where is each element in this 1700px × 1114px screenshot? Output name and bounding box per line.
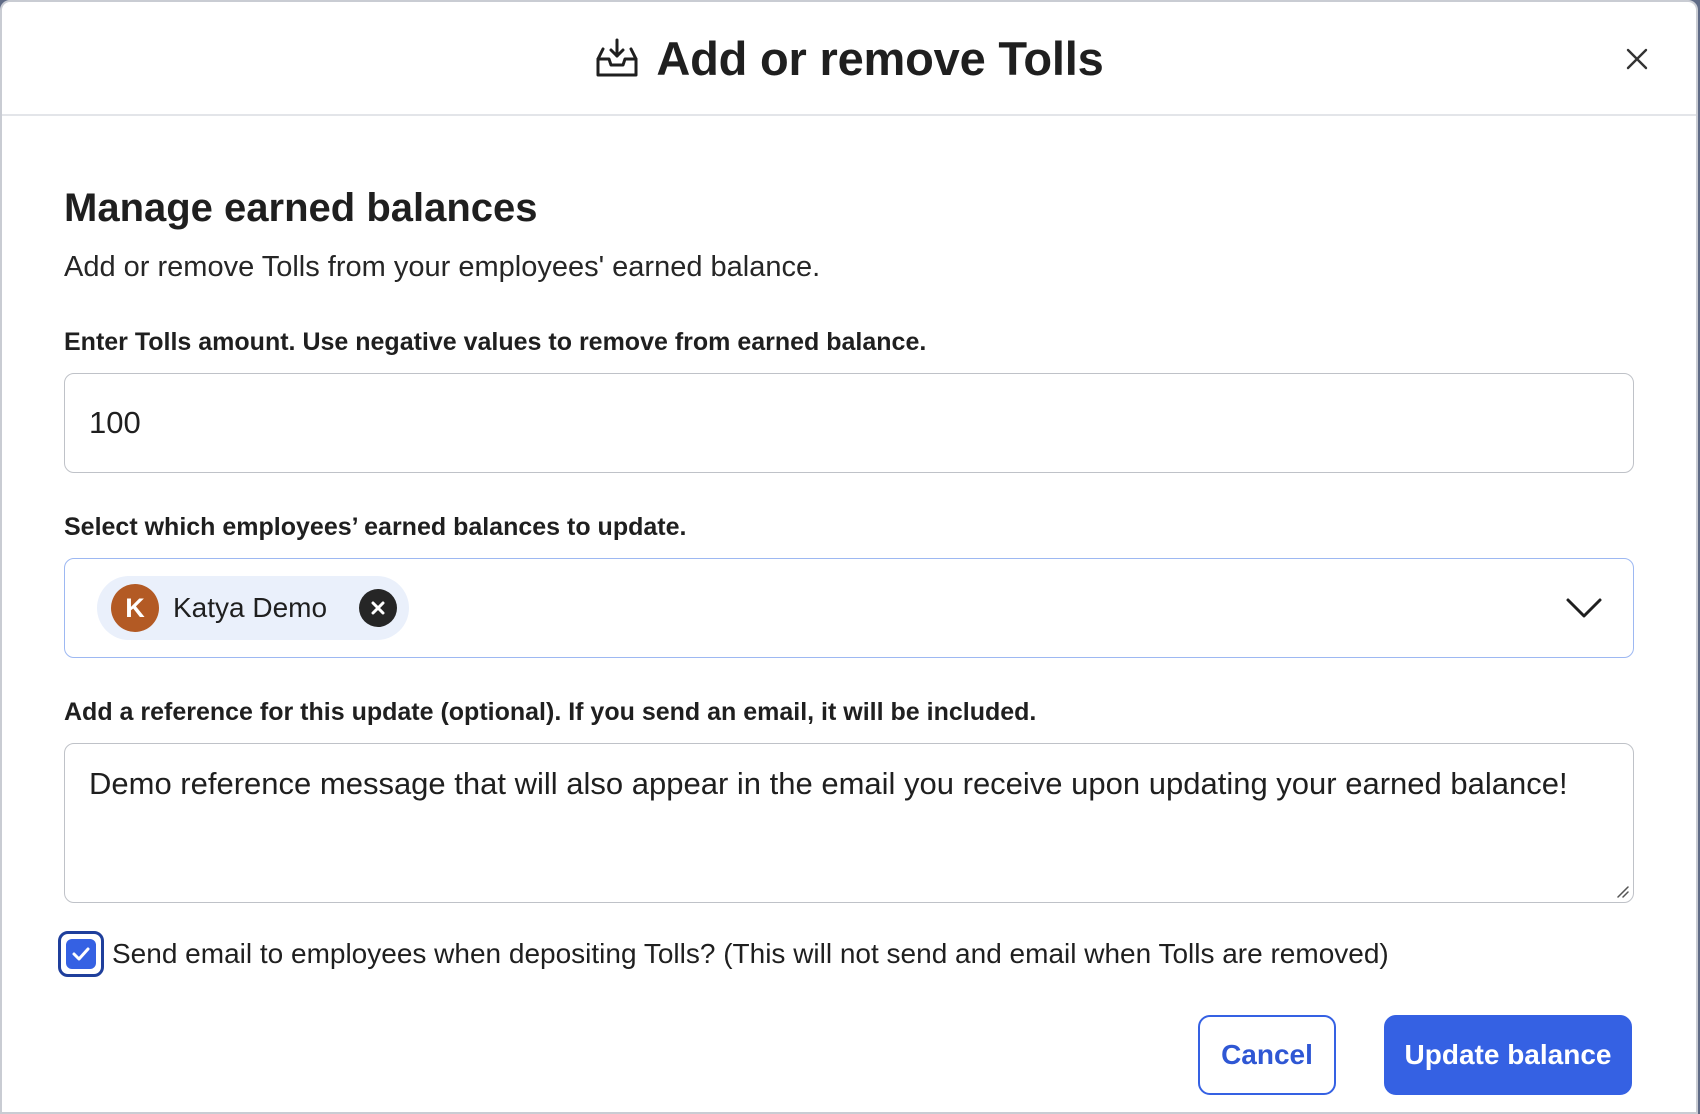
reference-value: Demo reference message that will also ap… [89, 766, 1568, 801]
remove-employee-button[interactable] [359, 589, 398, 627]
cancel-button[interactable]: Cancel [1198, 1015, 1336, 1095]
tolls-amount-value: 100 [89, 405, 141, 440]
reference-textarea[interactable]: Demo reference message that will also ap… [64, 743, 1634, 903]
amount-label: Enter Tolls amount. Use negative values … [64, 328, 927, 356]
dialog-title: Add or remove Tolls [656, 31, 1104, 85]
employees-select[interactable]: K Katya Demo [64, 558, 1634, 658]
tolls-amount-input[interactable]: 100 [64, 373, 1634, 473]
send-email-row: Send email to employees when depositing … [58, 931, 1634, 977]
section-title: Manage earned balances [64, 186, 538, 230]
inbox-download-icon [594, 37, 640, 79]
employee-chip-label: Katya Demo [173, 592, 328, 623]
dialog-body: Manage earned balances Add or remove Tol… [2, 186, 1696, 977]
checkbox-checked-fill [66, 939, 96, 969]
employee-chip: K Katya Demo [97, 576, 410, 640]
dialog-footer: Cancel Update balance [1198, 1015, 1632, 1095]
checkmark-icon [72, 947, 90, 961]
update-balance-button[interactable]: Update balance [1384, 1015, 1632, 1095]
employees-label: Select which employees’ earned balances … [64, 513, 687, 541]
close-icon [1626, 48, 1648, 70]
send-email-label: Send email to employees when depositing … [112, 938, 1389, 969]
avatar: K [111, 584, 159, 632]
resize-handle-icon[interactable] [1614, 883, 1630, 899]
close-button[interactable] [1622, 44, 1652, 74]
dialog-header: Add or remove Tolls [2, 2, 1696, 116]
send-email-checkbox[interactable] [58, 931, 104, 977]
dialog-title-group: Add or remove Tolls [594, 31, 1104, 86]
chevron-down-icon[interactable] [1565, 596, 1603, 620]
add-remove-tolls-dialog: Add or remove Tolls Manage earned balanc… [0, 0, 1698, 1114]
section-description: Add or remove Tolls from your employees'… [64, 251, 821, 283]
close-icon [371, 601, 385, 615]
reference-label: Add a reference for this update (optiona… [64, 698, 1037, 726]
